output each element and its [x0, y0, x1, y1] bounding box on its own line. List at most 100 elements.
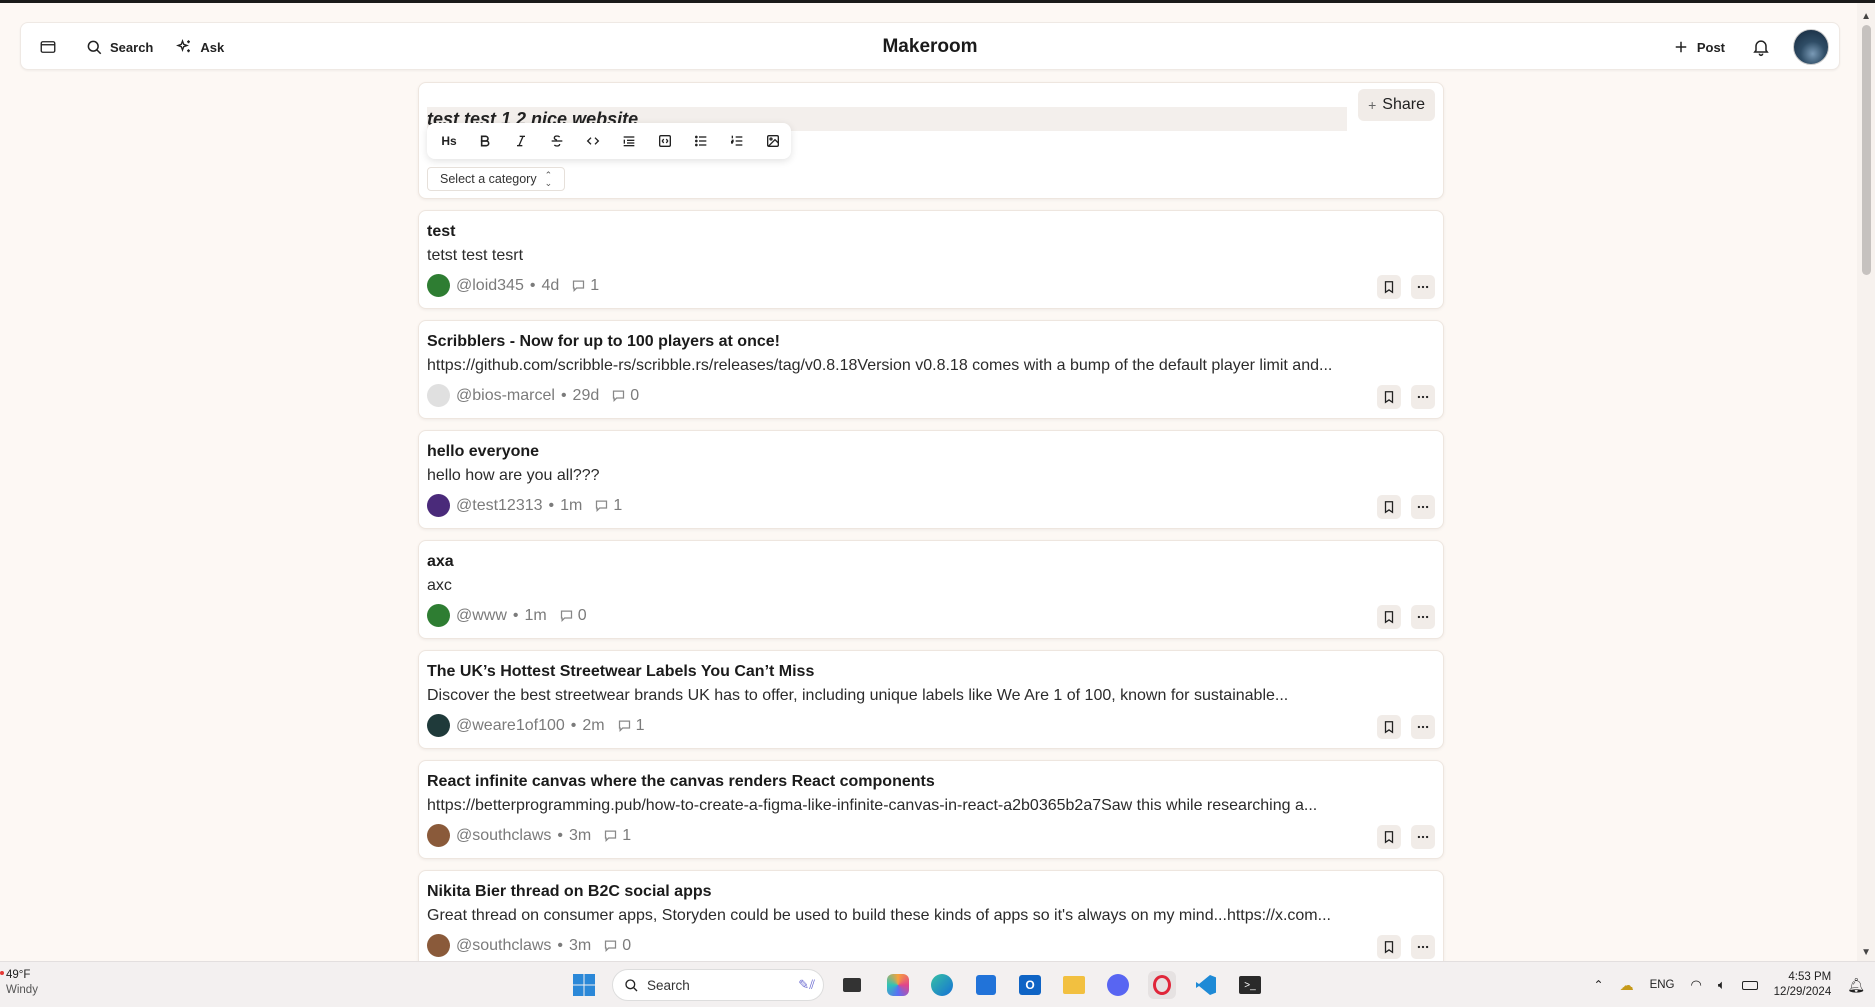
clock[interactable]: 4:53 PM 12/29/2024: [1774, 970, 1832, 1000]
heading-button[interactable]: Hs: [431, 127, 467, 155]
author-avatar[interactable]: [427, 384, 450, 407]
more-options-button[interactable]: [1411, 605, 1435, 629]
notification-bell-icon[interactable]: 🔔︎: [1847, 977, 1865, 994]
strikethrough-button[interactable]: [539, 127, 575, 155]
post-meta: @weare1of100 • 2m 1: [427, 714, 645, 737]
onedrive-icon[interactable]: ☁: [1620, 977, 1634, 994]
post-card[interactable]: The UK’s Hottest Streetwear Labels You C…: [418, 650, 1444, 749]
bookmark-button[interactable]: [1377, 385, 1401, 409]
post-card[interactable]: test tetst test tesrt @loid345 • 4d 1: [418, 210, 1444, 309]
post-card[interactable]: hello everyone hello how are you all??? @t…: [418, 430, 1444, 529]
author-handle[interactable]: @weare1of100: [456, 717, 565, 735]
category-select[interactable]: Select a category ⌃ ⌄: [427, 167, 566, 191]
post-card[interactable]: React infinite canvas where the canvas r…: [418, 760, 1444, 859]
comment-count[interactable]: 0: [611, 387, 639, 405]
post-title[interactable]: React infinite canvas where the canvas r…: [427, 773, 935, 791]
scroll-thumb[interactable]: [1862, 25, 1871, 275]
author-handle[interactable]: @test12313: [456, 497, 543, 515]
file-explorer-icon[interactable]: [1060, 971, 1088, 999]
author-handle[interactable]: @southclaws: [456, 827, 551, 845]
store-icon[interactable]: [972, 971, 1000, 999]
terminal-icon[interactable]: >_: [1236, 971, 1264, 999]
more-horizontal-icon: [1417, 945, 1429, 949]
system-tray: ⌃ ☁ ENG ◠ 🔈︎ 4:53 PM 12/29/2024 🔔︎: [1594, 962, 1865, 1007]
volume-icon[interactable]: 🔈︎: [1718, 977, 1726, 993]
author-avatar[interactable]: [427, 934, 450, 957]
bookmark-button[interactable]: [1377, 495, 1401, 519]
author-handle[interactable]: @loid345: [456, 277, 524, 295]
comment-count[interactable]: 0: [603, 937, 631, 955]
more-options-button[interactable]: [1411, 715, 1435, 739]
scroll-down-arrow-icon[interactable]: ▼: [1861, 947, 1871, 958]
author-handle[interactable]: @bios-marcel: [456, 387, 555, 405]
post-actions: [1377, 825, 1435, 849]
post-age: 1m: [524, 606, 547, 624]
opera-icon[interactable]: [1148, 971, 1176, 999]
comment-count[interactable]: 1: [617, 717, 645, 735]
copilot-icon[interactable]: [884, 971, 912, 999]
new-post-button[interactable]: Post: [1668, 34, 1729, 60]
post-title[interactable]: Scribblers - Now for up to 100 players a…: [427, 333, 780, 351]
wifi-icon[interactable]: ◠: [1691, 977, 1702, 993]
post-title[interactable]: axa: [427, 553, 454, 571]
chevron-up-icon[interactable]: ⌃: [1594, 978, 1604, 992]
edge-icon[interactable]: [928, 971, 956, 999]
bookmark-button[interactable]: [1377, 715, 1401, 739]
weather-widget[interactable]: 49°F Windy: [0, 968, 38, 998]
ordered-list-button[interactable]: [719, 127, 755, 155]
windows-taskbar: 49°F Windy Search ✎⫽ O >_ ⌃ ☁ ENG ◠ 🔈︎ 4…: [0, 961, 1875, 1007]
battery-icon[interactable]: [1741, 980, 1758, 990]
post-card[interactable]: Nikita Bier thread on B2C social apps Gre…: [418, 870, 1444, 969]
windows-start-icon[interactable]: [572, 973, 596, 997]
post-title[interactable]: test: [427, 223, 455, 241]
comment-count[interactable]: 1: [603, 827, 631, 845]
code-block-button[interactable]: [647, 127, 683, 155]
bookmark-button[interactable]: [1377, 935, 1401, 959]
italic-button[interactable]: [503, 127, 539, 155]
temperature: 49°F: [6, 969, 31, 981]
bookmark-button[interactable]: [1377, 275, 1401, 299]
comment-count[interactable]: 1: [571, 277, 599, 295]
user-avatar[interactable]: [1793, 29, 1829, 65]
vscode-icon[interactable]: [1192, 971, 1220, 999]
comment-count[interactable]: 1: [594, 497, 622, 515]
share-label: Share: [1382, 96, 1425, 113]
bookmark-button[interactable]: [1377, 825, 1401, 849]
bold-button[interactable]: [467, 127, 503, 155]
scroll-up-arrow-icon[interactable]: ▲: [1861, 11, 1871, 22]
code-button[interactable]: [575, 127, 611, 155]
comment-count[interactable]: 0: [559, 607, 587, 625]
bookmark-icon: [1384, 281, 1394, 294]
author-avatar[interactable]: [427, 274, 450, 297]
language-indicator[interactable]: ENG: [1650, 979, 1675, 991]
notifications-button[interactable]: [1747, 33, 1775, 61]
more-options-button[interactable]: [1411, 935, 1435, 959]
bullet-list-button[interactable]: [683, 127, 719, 155]
blockquote-button[interactable]: [611, 127, 647, 155]
outlook-icon[interactable]: O: [1016, 971, 1044, 999]
more-options-button[interactable]: [1411, 275, 1435, 299]
share-button[interactable]: + Share: [1358, 89, 1435, 121]
author-avatar[interactable]: [427, 714, 450, 737]
post-title[interactable]: The UK’s Hottest Streetwear Labels You C…: [427, 663, 814, 681]
author-avatar[interactable]: [427, 824, 450, 847]
bell-icon: [1753, 40, 1769, 57]
author-avatar[interactable]: [427, 604, 450, 627]
author-handle[interactable]: @southclaws: [456, 937, 551, 955]
post-title[interactable]: hello everyone: [427, 443, 539, 461]
more-options-button[interactable]: [1411, 385, 1435, 409]
post-title[interactable]: Nikita Bier thread on B2C social apps: [427, 883, 712, 901]
author-avatar[interactable]: [427, 494, 450, 517]
discord-icon[interactable]: [1104, 971, 1132, 999]
more-options-button[interactable]: [1411, 825, 1435, 849]
taskbar-search[interactable]: Search ✎⫽: [612, 969, 824, 1001]
more-options-button[interactable]: [1411, 495, 1435, 519]
page-scrollbar[interactable]: ▲ ▼: [1857, 3, 1875, 961]
task-view-icon[interactable]: [838, 971, 866, 999]
author-handle[interactable]: @www: [456, 607, 507, 625]
bookmark-icon: [1384, 501, 1394, 514]
post-card[interactable]: Scribblers - Now for up to 100 players a…: [418, 320, 1444, 419]
image-button[interactable]: [755, 127, 791, 155]
bookmark-button[interactable]: [1377, 605, 1401, 629]
post-card[interactable]: axa axc @www • 1m 0: [418, 540, 1444, 639]
